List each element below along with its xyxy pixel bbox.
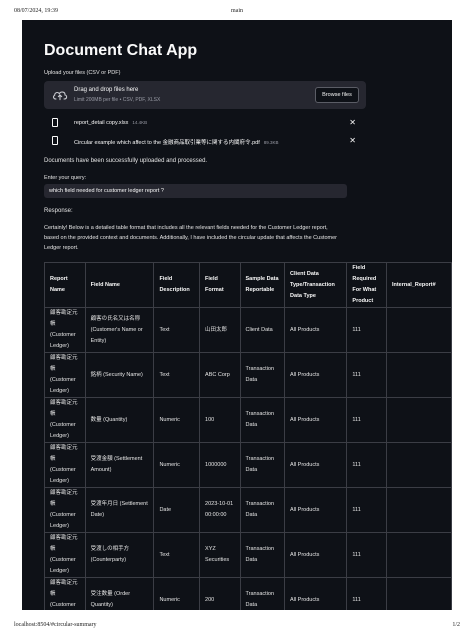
column-header: Field Name bbox=[84, 262, 155, 308]
table-cell: Numeric bbox=[153, 397, 201, 443]
table-cell: Text bbox=[153, 307, 201, 353]
app-window: Document Chat App Upload your files (CSV… bbox=[22, 20, 452, 610]
table-cell: 受渡金額 (Settlement Amount) bbox=[84, 442, 155, 488]
table-cell: 111 bbox=[346, 397, 387, 443]
table-cell: Numeric bbox=[153, 577, 201, 610]
cloud-upload-icon bbox=[52, 91, 68, 101]
table-cell: All Products bbox=[284, 442, 348, 488]
uploaded-file-item: report_detail copy.xlsx 14.4KB ✕ bbox=[52, 118, 362, 130]
table-cell: Transaction Data bbox=[239, 397, 286, 443]
remove-file-icon[interactable]: ✕ bbox=[349, 136, 356, 145]
table-cell: Transaction Data bbox=[239, 352, 286, 398]
table-cell bbox=[385, 442, 452, 488]
page-title: Document Chat App bbox=[44, 42, 198, 59]
table-cell: 顧客勘定元帳 (Customer Ledger) bbox=[44, 307, 86, 353]
table-cell: XYZ Securities bbox=[199, 532, 241, 578]
table-cell: 100 bbox=[199, 397, 241, 443]
table-cell bbox=[385, 577, 452, 610]
table-cell: All Products bbox=[284, 487, 348, 533]
table-cell: 顧客勘定元帳 (Customer Ledger) bbox=[44, 577, 86, 610]
browse-files-button[interactable]: Browse files bbox=[315, 87, 359, 103]
table-cell: 銘柄 (Security Name) bbox=[84, 352, 155, 398]
table-cell: Numeric bbox=[153, 442, 201, 488]
table-cell: Transaction Data bbox=[239, 577, 286, 610]
table-header-row: Report Name Field Name Field Description… bbox=[44, 262, 452, 308]
table-cell: 2023-10-01 00:00:00 bbox=[199, 487, 241, 533]
table-cell: 111 bbox=[346, 442, 387, 488]
print-url: localhost:8504/#circular-summary bbox=[14, 622, 97, 628]
table-cell bbox=[385, 532, 452, 578]
table-cell bbox=[385, 307, 452, 353]
query-label: Enter your query: bbox=[44, 175, 87, 181]
table-cell: 111 bbox=[346, 307, 387, 353]
table-cell: 顧客勘定元帳 (Customer Ledger) bbox=[44, 397, 86, 443]
table-cell: 200 bbox=[199, 577, 241, 610]
table-cell: All Products bbox=[284, 397, 348, 443]
table-cell: 顧客勘定元帳 (Customer Ledger) bbox=[44, 487, 86, 533]
table-cell: All Products bbox=[284, 577, 348, 610]
print-page-number: 1/2 bbox=[452, 622, 460, 628]
column-header: Field Format bbox=[199, 262, 241, 308]
uploaded-file-item: Circular example which affect to the 金融商… bbox=[52, 136, 362, 148]
results-table: Report Name Field Name Field Description… bbox=[44, 262, 452, 610]
table-cell: 111 bbox=[346, 532, 387, 578]
table-cell: ABC Corp bbox=[199, 352, 241, 398]
column-header: Sample Data Reportable bbox=[239, 262, 286, 308]
table-cell: Transaction Data bbox=[239, 442, 286, 488]
table-row: 顧客勘定元帳 (Customer Ledger) 受渡金額 (Settlemen… bbox=[44, 442, 452, 488]
table-cell: Text bbox=[153, 532, 201, 578]
table-cell: 受注数量 (Order Quantity) bbox=[84, 577, 155, 610]
response-text: Certainly! Below is a detailed table for… bbox=[44, 225, 338, 251]
table-cell: 数量 (Quantity) bbox=[84, 397, 155, 443]
file-name: Circular example which affect to the 金融商… bbox=[74, 140, 260, 146]
table-cell: Text bbox=[153, 352, 201, 398]
file-icon bbox=[52, 118, 58, 127]
table-cell: 111 bbox=[346, 577, 387, 610]
column-header: Internal_Report# bbox=[385, 262, 452, 308]
table-cell: Transaction Data bbox=[239, 532, 286, 578]
table-cell bbox=[385, 352, 452, 398]
table-cell: All Products bbox=[284, 532, 348, 578]
column-header: Report Name bbox=[44, 262, 86, 308]
query-input[interactable] bbox=[44, 184, 347, 198]
table-row: 顧客勘定元帳 (Customer Ledger) 受注数量 (Order Qua… bbox=[44, 577, 452, 610]
table-row: 顧客勘定元帳 (Customer Ledger) 受渡年月日 (Settleme… bbox=[44, 487, 452, 533]
table-cell bbox=[385, 487, 452, 533]
column-header: Field Description bbox=[153, 262, 201, 308]
column-header: Field Required For What Product bbox=[346, 262, 387, 308]
file-size: 14.4KB bbox=[132, 120, 148, 125]
dropzone-limit: Limit 200MB per file • CSV, PDF, XLSX bbox=[74, 97, 161, 103]
print-title: main bbox=[231, 8, 243, 14]
table-cell: 顧客の氏名又は名称 (Customer's Name or Entity) bbox=[84, 307, 155, 353]
file-icon bbox=[52, 136, 58, 145]
table-cell: 受渡年月日 (Settlement Date) bbox=[84, 487, 155, 533]
file-name: report_detail copy.xlsx bbox=[74, 120, 129, 126]
table-cell: 111 bbox=[346, 487, 387, 533]
table-cell: 111 bbox=[346, 352, 387, 398]
table-cell: 山田太郎 bbox=[199, 307, 241, 353]
response-label: Response: bbox=[44, 208, 73, 214]
table-cell: Transaction Data bbox=[239, 487, 286, 533]
table-cell: Date bbox=[153, 487, 201, 533]
success-message: Documents have been successfully uploade… bbox=[44, 158, 208, 164]
table-cell: 顧客勘定元帳 (Customer Ledger) bbox=[44, 352, 86, 398]
table-cell: 1000000 bbox=[199, 442, 241, 488]
table-row: 顧客勘定元帳 (Customer Ledger) 顧客の氏名又は名称 (Cust… bbox=[44, 307, 452, 353]
table-row: 顧客勘定元帳 (Customer Ledger) 銘柄 (Security Na… bbox=[44, 352, 452, 398]
file-dropzone[interactable]: Drag and drop files here Limit 200MB per… bbox=[44, 81, 366, 109]
table-cell: 受渡しの相手方 (Counterparty) bbox=[84, 532, 155, 578]
table-cell: All Products bbox=[284, 352, 348, 398]
table-cell: Client Data bbox=[239, 307, 286, 353]
upload-label: Upload your files (CSV or PDF) bbox=[44, 70, 121, 76]
table-cell bbox=[385, 397, 452, 443]
table-cell: 顧客勘定元帳 (Customer Ledger) bbox=[44, 532, 86, 578]
remove-file-icon[interactable]: ✕ bbox=[349, 118, 356, 127]
dropzone-title: Drag and drop files here bbox=[74, 87, 139, 93]
table-cell: 顧客勘定元帳 (Customer Ledger) bbox=[44, 442, 86, 488]
table-cell: All Products bbox=[284, 307, 348, 353]
table-row: 顧客勘定元帳 (Customer Ledger) 受渡しの相手方 (Counte… bbox=[44, 532, 452, 578]
table-row: 顧客勘定元帳 (Customer Ledger) 数量 (Quantity) N… bbox=[44, 397, 452, 443]
file-size: 89.3KB bbox=[263, 140, 279, 145]
column-header: Client Data Type/Transaction Data Type bbox=[284, 262, 348, 308]
